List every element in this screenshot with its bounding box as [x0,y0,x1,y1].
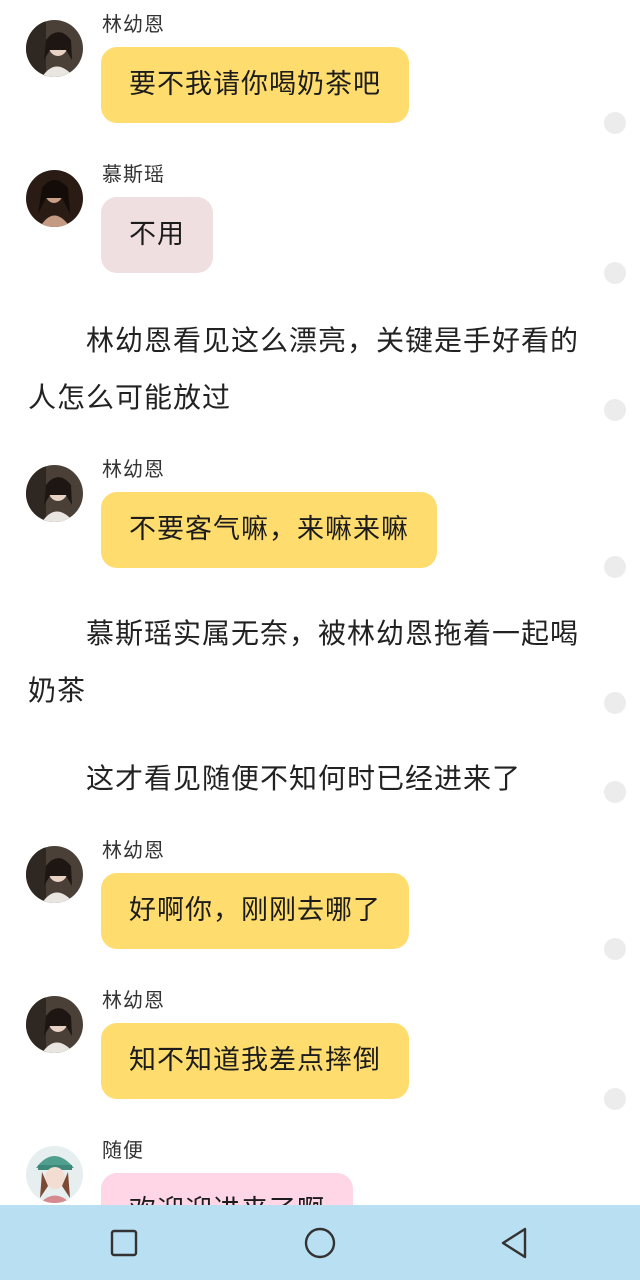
message-bubble[interactable]: 好啊你，刚刚去哪了 [101,873,409,949]
indicator-dot [604,262,626,284]
navigation-bar [0,1205,640,1280]
message-bubble[interactable]: 欢迎迎进来了啊 [101,1173,353,1205]
home-icon [304,1227,336,1259]
indicator-dot [604,781,626,803]
message-bubble[interactable]: 不要客气嘛，来嘛来嘛 [101,492,437,568]
indicator-dot [604,399,626,421]
sender-name: 林幼恩 [102,988,165,1012]
sender-name: 随便 [102,1138,144,1162]
narration-text: 这才看见随便不知何时已经进来了 [86,762,522,795]
avatar-suibian[interactable] [26,1146,83,1203]
recent-apps-icon [110,1229,138,1257]
message-bubble[interactable]: 知不知道我差点摔倒 [101,1023,409,1099]
message-bubble[interactable]: 不用 [101,197,213,273]
recent-apps-button[interactable] [104,1223,144,1263]
indicator-dot [604,112,626,134]
chat-scroll-area[interactable]: 林幼恩 要不我请你喝奶茶吧 慕斯瑶 不用 林幼恩看见这么漂亮，关键是手好看的人怎… [0,0,640,1205]
message-bubble[interactable]: 要不我请你喝奶茶吧 [101,47,409,123]
narration-text: 林幼恩看见这么漂亮，关键是手好看的人怎么可能放过 [28,324,580,414]
chat-screen: 林幼恩 要不我请你喝奶茶吧 慕斯瑶 不用 林幼恩看见这么漂亮，关键是手好看的人怎… [0,0,640,1280]
avatar-lin-youen[interactable] [26,20,83,77]
back-button[interactable] [494,1223,534,1263]
indicator-dot [604,556,626,578]
sender-name: 林幼恩 [102,12,165,36]
indicator-dot [604,1088,626,1110]
sender-name: 林幼恩 [102,838,165,862]
sender-name: 慕斯瑶 [102,162,165,186]
narration-text: 慕斯瑶实属无奈，被林幼恩拖着一起喝奶茶 [28,617,580,707]
avatar-lin-youen[interactable] [26,846,83,903]
sender-name: 林幼恩 [102,457,165,481]
avatar-lin-youen[interactable] [26,465,83,522]
indicator-dot [604,938,626,960]
avatar-lin-youen[interactable] [26,996,83,1053]
home-button[interactable] [300,1223,340,1263]
back-icon [501,1227,527,1259]
avatar-mu-siyao[interactable] [26,170,83,227]
indicator-dot [604,692,626,714]
